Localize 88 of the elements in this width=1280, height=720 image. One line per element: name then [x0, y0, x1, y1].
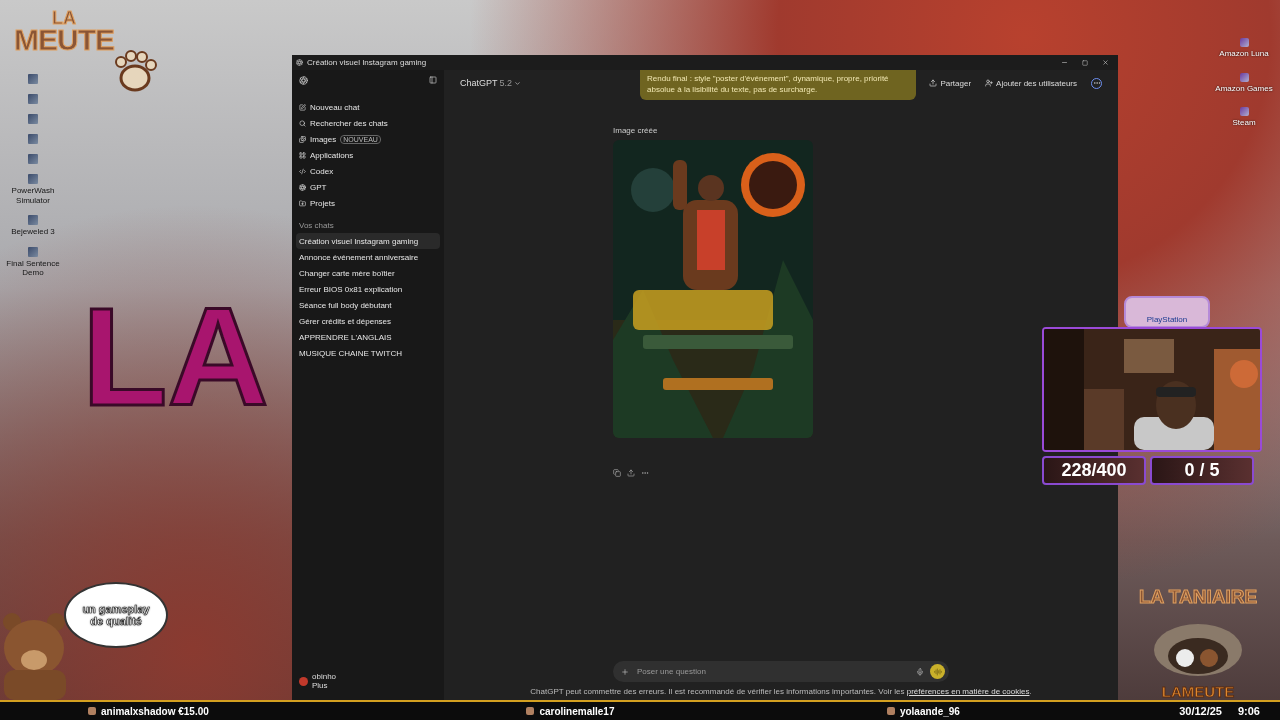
- grid-icon: [299, 151, 306, 159]
- chat-item[interactable]: Séance full body débutant: [296, 297, 440, 313]
- app-icon[interactable]: [1239, 38, 1249, 47]
- desktop-icon-label: Final Sentence Demo: [5, 258, 61, 278]
- chat-item[interactable]: Création visuel Instagram gaming: [296, 233, 440, 249]
- nav-item[interactable]: Projets: [296, 195, 440, 211]
- ellipsis-icon: [641, 469, 649, 477]
- date-text: 30/12/25: [1179, 705, 1222, 717]
- nav-item[interactable]: Nouveau chat: [296, 99, 440, 115]
- paw-icon: [112, 48, 158, 94]
- nav-label: Rechercher des chats: [310, 118, 388, 128]
- user-plan: Plus: [312, 681, 329, 690]
- desktop-icon-label: Amazon Games: [1215, 83, 1273, 94]
- nav-label: Applications: [310, 150, 354, 160]
- message-input[interactable]: Poser une question: [635, 666, 910, 677]
- chat-item[interactable]: Changer carte mère boîtier: [296, 265, 440, 281]
- model-version: 5.2: [499, 78, 513, 88]
- plus-icon[interactable]: [621, 667, 629, 676]
- ticker-item: yolaande_96: [886, 705, 1180, 717]
- nav-label: Projets: [310, 198, 335, 208]
- compose-icon: [299, 103, 306, 111]
- section-heading: Vos chats: [298, 220, 335, 232]
- app-icon[interactable]: [28, 215, 38, 226]
- add-users-button[interactable]: Ajouter des utilisateurs: [985, 78, 1077, 88]
- desktop-icon-label: PowerWash Simulator: [10, 186, 56, 206]
- nav-label: Codex: [310, 166, 334, 176]
- nav-item[interactable]: Codex: [296, 163, 440, 179]
- ticker-item: carolinemalle17: [526, 705, 887, 717]
- maximize-icon: [1082, 59, 1088, 66]
- more-button[interactable]: [641, 469, 649, 477]
- image-caption: Image créée: [613, 126, 659, 135]
- counter: 0 / 5: [1150, 456, 1254, 485]
- desktop-icon-label: Bejeweled 3: [11, 227, 55, 237]
- share-button[interactable]: [627, 469, 635, 477]
- add-user-icon: [985, 79, 994, 87]
- counter: 228/400: [1042, 456, 1146, 485]
- desktop-icon-label: Steam: [1232, 118, 1256, 128]
- close-icon: [1102, 59, 1109, 66]
- logo-text: LAMEUTE: [1161, 683, 1235, 700]
- model-selector[interactable]: ChatGPT 5.2: [460, 78, 522, 88]
- nav-label: Nouveau chat: [310, 102, 360, 112]
- nav-item[interactable]: Rechercher des chats: [296, 115, 440, 131]
- share-button[interactable]: Partager: [929, 78, 972, 88]
- tooltip: Rendu final : style "poster d'événement", dynamique, propre, priorité absolue à la lisibilité du texte, pas de surcharge.: [640, 70, 916, 100]
- copy-icon: [613, 469, 621, 477]
- console-label: PlayStation: [1146, 315, 1188, 326]
- disclaimer-text: ChatGPT peut commettre des erreurs. Il est recommandé de vérifier les informations importantes. Voir les préférences en matière de cookies.: [530, 687, 1032, 696]
- message-field[interactable]: Poser une question: [613, 661, 949, 682]
- code-icon: [299, 167, 306, 175]
- speech-bubble-text: un gameplay de qualité: [81, 602, 151, 628]
- images-icon: [299, 135, 306, 143]
- app-icon[interactable]: [28, 246, 38, 257]
- chat-item[interactable]: Gérer crédits et dépenses: [296, 313, 440, 329]
- chat-item[interactable]: MUSIQUE CHAINE TWITCH: [296, 345, 440, 361]
- voice-button[interactable]: [930, 664, 945, 679]
- sidebar-toggle-icon[interactable]: [429, 76, 437, 84]
- window-title: Création visuel Instagram gaming: [307, 58, 428, 67]
- nav-item[interactable]: Applications: [296, 147, 440, 163]
- logo-text: LA: [52, 10, 76, 27]
- avatar[interactable]: [299, 676, 308, 686]
- chat-item[interactable]: Annonce événement anniversaire: [296, 249, 440, 265]
- upload-icon: [627, 469, 635, 477]
- time-text: 9:06: [1237, 705, 1260, 717]
- user-name: obinho: [312, 672, 337, 681]
- logo-text: LA TANIAIRE: [1138, 586, 1258, 608]
- minimize-icon: [1061, 59, 1068, 66]
- app-icon[interactable]: [1239, 72, 1249, 82]
- ticker-item: animalxshadow €15.00: [88, 705, 527, 717]
- nav-label: GPT: [310, 182, 327, 192]
- nav-item[interactable]: GPT: [296, 179, 440, 195]
- logo-icon[interactable]: [299, 76, 308, 85]
- overlay-title: LA: [82, 293, 269, 422]
- microphone-icon[interactable]: [916, 667, 924, 676]
- aperture-icon: [299, 183, 306, 191]
- chat-item[interactable]: Erreur BIOS 0x81 explication: [296, 281, 440, 297]
- app-icon: [296, 59, 303, 66]
- app-icon[interactable]: [1239, 107, 1249, 117]
- copy-button[interactable]: [613, 469, 621, 477]
- folder-icon: [299, 199, 306, 207]
- search-icon: [299, 119, 306, 127]
- chevron-down-icon: [514, 79, 522, 87]
- nav-label: Images: [310, 134, 337, 144]
- logo-text: MEUTE: [14, 26, 114, 54]
- upload-icon: [929, 79, 938, 87]
- ellipsis-icon: [1092, 79, 1101, 87]
- chat-item[interactable]: APPRENDRE L'ANGLAIS: [296, 329, 440, 345]
- sound-wave-icon: [933, 667, 942, 676]
- desktop-icon-label: Amazon Luna: [1219, 49, 1269, 59]
